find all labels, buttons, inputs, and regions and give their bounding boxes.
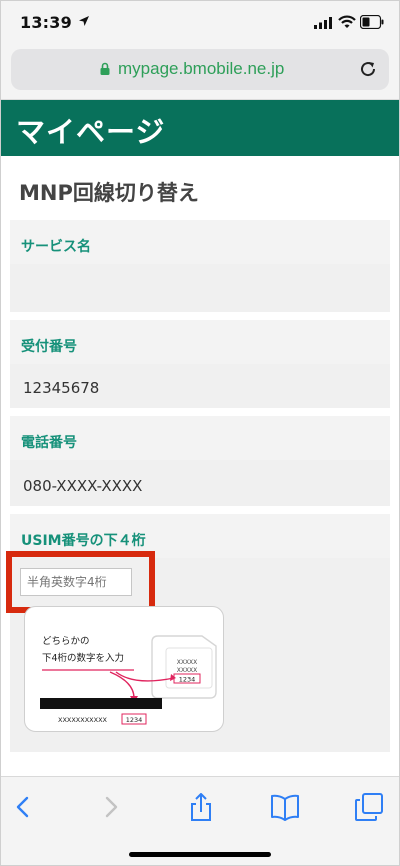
home-indicator xyxy=(129,852,271,857)
barcode-bar xyxy=(40,698,162,709)
address-bar[interactable]: mypage.bmobile.ne.jp xyxy=(11,49,389,90)
forward-icon[interactable] xyxy=(96,793,126,821)
phone-number-label: 電話番号 xyxy=(21,435,77,451)
usim-last4-input[interactable] xyxy=(20,568,132,596)
phone-number-field: 電話番号 080-XXXX-XXXX xyxy=(10,416,390,506)
status-bar: 13:39 xyxy=(0,0,400,44)
lock-icon xyxy=(100,62,110,75)
reception-number-label: 受付番号 xyxy=(21,339,77,355)
battery-icon xyxy=(360,15,384,29)
reload-icon[interactable] xyxy=(359,60,377,78)
usim-number-label: USIM番号の下４桁 xyxy=(21,533,146,549)
long-code-digits: 1234 xyxy=(126,716,143,724)
phone-number-value: 080-XXXX-XXXX xyxy=(23,477,143,495)
chip-code-mask-2: XXXXX xyxy=(177,667,198,674)
chip-code-digits: 1234 xyxy=(179,676,196,684)
service-name-field: サービス名 xyxy=(10,220,390,312)
browser-address-area: mypage.bmobile.ne.jp xyxy=(0,44,400,100)
status-time: 13:39 xyxy=(20,13,72,32)
long-code-mask: XXXXXXXXXXX xyxy=(58,716,108,724)
back-icon[interactable] xyxy=(8,793,38,821)
chip-code-mask: XXXXX xyxy=(177,659,198,666)
cellular-signal-icon xyxy=(314,17,332,29)
section-title: MNP回線切り替え xyxy=(19,181,199,205)
bookmarks-icon[interactable] xyxy=(270,793,300,821)
sim-card-illustration: どちらかの 下4桁の数字を入力 XXXXX XXXXX 1234 XXXXXXX… xyxy=(24,606,224,732)
tabs-icon[interactable] xyxy=(354,793,384,821)
wifi-icon xyxy=(338,15,356,28)
illus-text-line1: どちらかの xyxy=(42,636,90,647)
page-title: マイページ xyxy=(16,115,166,149)
service-name-label: サービス名 xyxy=(21,239,91,255)
illus-text-line2: 下4桁の数字を入力 xyxy=(42,652,124,664)
reception-number-field: 受付番号 12345678 xyxy=(10,320,390,408)
url-text: mypage.bmobile.ne.jp xyxy=(118,59,285,78)
share-icon[interactable] xyxy=(186,793,216,821)
page-header: マイページ xyxy=(0,100,400,156)
location-arrow-icon xyxy=(79,16,89,26)
reception-number-value: 12345678 xyxy=(23,379,100,397)
